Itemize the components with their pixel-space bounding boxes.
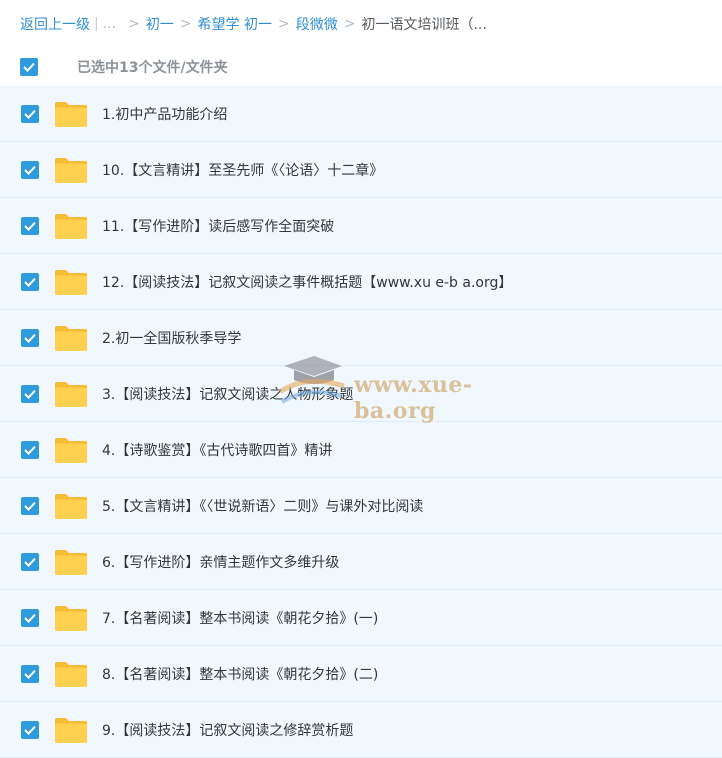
chevron-right-icon: > [343,16,356,32]
checkmark-icon [24,389,36,399]
checkmark-icon [24,277,36,287]
file-name[interactable]: 4.【诗歌鉴赏】《古代诗歌四首》精讲 [102,440,332,460]
file-checkbox[interactable] [21,272,39,291]
folder-icon [55,437,87,463]
checkmark-icon [24,445,36,455]
folder-icon [55,325,87,351]
selection-count: 已选中13个文件/文件夹 [77,60,228,76]
file-row[interactable]: 3.【阅读技法】记叙文阅读之人物形象题 [0,366,722,422]
select-all-checkbox[interactable] [20,58,38,76]
checkmark-icon [24,333,36,343]
file-checkbox[interactable] [21,104,39,123]
breadcrumb: 返回上一级 | ... > 初一 > 希望学 初一 > 段微微 > 初一语文培训… [0,0,722,48]
file-list: 1.初中产品功能介绍 10.【文言精讲】至圣先师《〈论语〉十二章》 11.【写作进阶… [0,86,722,758]
checkmark-icon [24,221,36,231]
file-row[interactable]: 10.【文言精讲】至圣先师《〈论语〉十二章》 [0,142,722,198]
file-name[interactable]: 5.【文言精讲】《〈世说新语〉二则》与课外对比阅读 [102,496,423,516]
file-checkbox[interactable] [21,160,39,179]
folder-icon [55,157,87,183]
breadcrumb-ellipsis[interactable]: ... [103,16,116,32]
folder-icon [55,605,87,631]
file-checkbox[interactable] [21,664,39,683]
file-name[interactable]: 2.初一全国版秋季导学 [102,328,241,348]
checkmark-icon [24,669,36,679]
file-name[interactable]: 11.【写作进阶】读后感写作全面突破 [102,216,334,236]
chevron-right-icon: > [179,16,192,32]
file-row[interactable]: 12.【阅读技法】记叙文阅读之事件概括题【www.xu e-b a.org】 [0,254,722,310]
file-name[interactable]: 1.初中产品功能介绍 [102,104,227,124]
file-name[interactable]: 6.【写作进阶】亲情主题作文多维升级 [102,552,339,572]
file-row[interactable]: 1.初中产品功能介绍 [0,86,722,142]
file-row[interactable]: 11.【写作进阶】读后感写作全面突破 [0,198,722,254]
file-row[interactable]: 6.【写作进阶】亲情主题作文多维升级 [0,534,722,590]
folder-icon [55,661,87,687]
file-checkbox[interactable] [21,720,39,739]
checkmark-icon [24,613,36,623]
back-link[interactable]: 返回上一级 [20,14,90,34]
file-name[interactable]: 9.【阅读技法】记叙文阅读之修辞赏析题 [102,720,353,740]
file-row[interactable]: 9.【阅读技法】记叙文阅读之修辞赏析题 [0,702,722,758]
file-row[interactable]: 7.【名著阅读】整本书阅读《朝花夕拾》(一) [0,590,722,646]
file-row[interactable]: 2.初一全国版秋季导学 [0,310,722,366]
checkmark-icon [24,109,36,119]
folder-icon [55,717,87,743]
file-name[interactable]: 8.【名著阅读】整本书阅读《朝花夕拾》(二) [102,664,378,684]
breadcrumb-current: 初一语文培训班（... [361,17,487,33]
folder-icon [55,213,87,239]
file-checkbox[interactable] [21,552,39,571]
file-checkbox[interactable] [21,216,39,235]
file-name[interactable]: 7.【名著阅读】整本书阅读《朝花夕拾》(一) [102,608,378,628]
file-row[interactable]: 4.【诗歌鉴赏】《古代诗歌四首》精讲 [0,422,722,478]
file-row[interactable]: 8.【名著阅读】整本书阅读《朝花夕拾》(二) [0,646,722,702]
checkmark-icon [24,725,36,735]
folder-icon [55,493,87,519]
breadcrumb-item-xiwangxue[interactable]: 希望学 初一 [198,14,272,34]
checkmark-icon [24,501,36,511]
folder-icon [55,269,87,295]
file-name[interactable]: 12.【阅读技法】记叙文阅读之事件概括题【www.xu e-b a.org】 [102,272,512,292]
file-row[interactable]: 5.【文言精讲】《〈世说新语〉二则》与课外对比阅读 [0,478,722,534]
file-checkbox[interactable] [21,608,39,627]
chevron-right-icon: > [278,16,290,32]
breadcrumb-divider: | [94,16,99,32]
checkmark-icon [24,165,36,175]
file-name[interactable]: 10.【文言精讲】至圣先师《〈论语〉十二章》 [102,160,383,180]
folder-icon [55,549,87,575]
checkmark-icon [24,557,36,567]
file-checkbox[interactable] [21,440,39,459]
checkmark-icon [23,62,35,72]
folder-icon [55,101,87,127]
file-name[interactable]: 3.【阅读技法】记叙文阅读之人物形象题 [102,384,353,404]
file-checkbox[interactable] [21,384,39,403]
file-checkbox[interactable] [21,496,39,515]
chevron-right-icon: > [128,16,140,32]
breadcrumb-item-teacher[interactable]: 段微微 [296,14,338,34]
breadcrumb-item-grade[interactable]: 初一 [146,14,174,34]
folder-icon [55,381,87,407]
select-all-bar: 已选中13个文件/文件夹 [0,48,722,86]
file-checkbox[interactable] [21,328,39,347]
